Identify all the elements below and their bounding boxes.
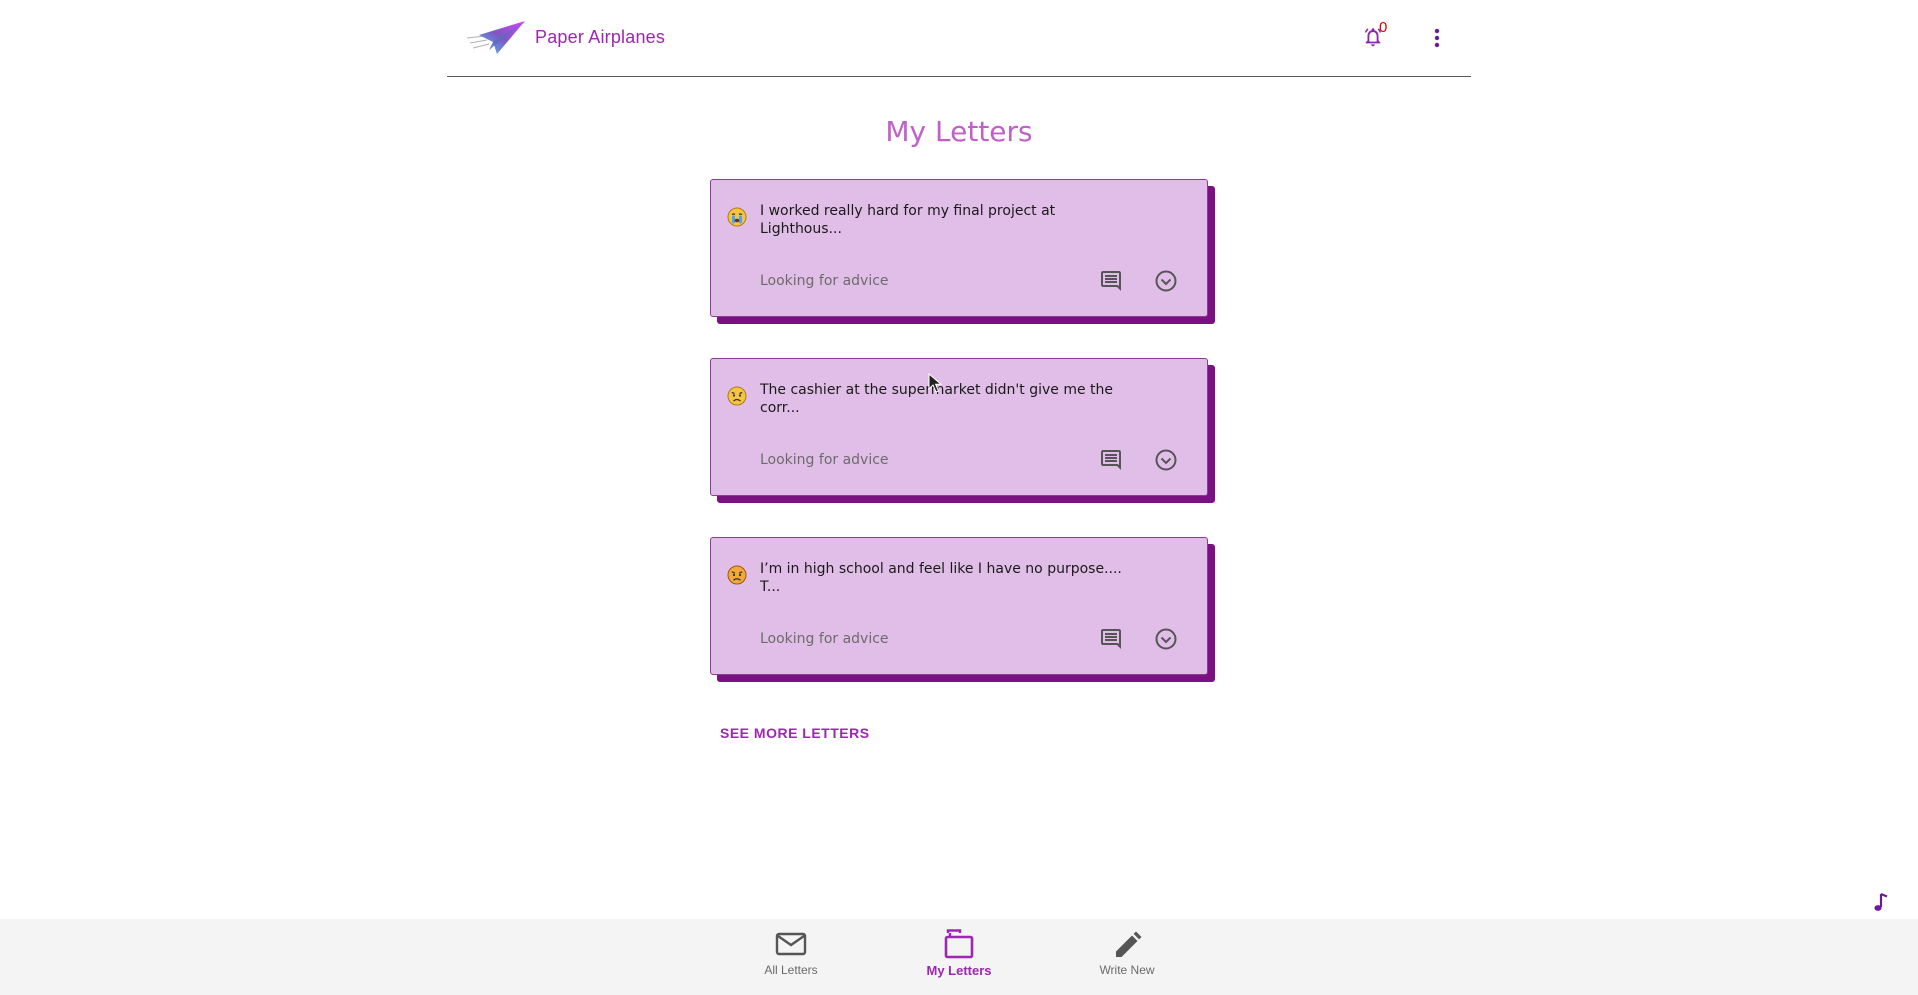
- brand-name[interactable]: Paper Airplanes: [535, 27, 665, 48]
- envelope-icon: [775, 932, 807, 956]
- sad-face-icon: [727, 386, 747, 406]
- comment-icon[interactable]: [1099, 627, 1123, 651]
- page-title: My Letters: [885, 115, 1033, 148]
- expand-chevron-icon[interactable]: [1154, 627, 1178, 651]
- letter-card[interactable]: The cashier at the supermarket didn't gi…: [710, 358, 1208, 496]
- comment-icon[interactable]: [1099, 448, 1123, 472]
- letter-preview-text: I’m in high school and feel like I have …: [760, 561, 1122, 595]
- crying-face-icon: [727, 207, 747, 227]
- angry-face-icon: [727, 565, 747, 585]
- letter-category-label: Looking for advice: [760, 452, 889, 468]
- nav-label: Write New: [1099, 963, 1155, 977]
- letter-preview-text: The cashier at the supermarket didn't gi…: [760, 382, 1114, 416]
- nav-all-letters[interactable]: All Letters: [731, 929, 851, 989]
- letter-card[interactable]: I’m in high school and feel like I have …: [710, 537, 1208, 675]
- folder-icon: [944, 929, 974, 959]
- nav-label: My Letters: [926, 963, 992, 978]
- bottom-navigation: All Letters My Letters Write New: [0, 919, 1918, 995]
- nav-write-new[interactable]: Write New: [1067, 929, 1187, 989]
- notification-count-badge: 0: [1379, 19, 1388, 36]
- letter-category-label: Looking for advice: [760, 631, 889, 647]
- see-more-letters-button[interactable]: SEE MORE LETTERS: [720, 725, 870, 741]
- paper-airplane-logo-icon[interactable]: [465, 18, 527, 58]
- letter-preview-text: I worked really hard for my final projec…: [760, 203, 1056, 237]
- pencil-icon: [1116, 931, 1142, 957]
- music-note-icon[interactable]: [1872, 892, 1892, 914]
- letter-card[interactable]: I worked really hard for my final projec…: [710, 179, 1208, 317]
- more-options-icon[interactable]: [1427, 26, 1447, 50]
- comment-icon[interactable]: [1099, 269, 1123, 293]
- letter-category-label: Looking for advice: [760, 273, 889, 289]
- mouse-cursor-icon: [928, 373, 943, 393]
- nav-my-letters[interactable]: My Letters: [899, 929, 1019, 989]
- nav-label: All Letters: [764, 963, 818, 977]
- expand-chevron-icon[interactable]: [1154, 448, 1178, 472]
- app-header: Paper Airplanes 0: [447, 0, 1471, 77]
- expand-chevron-icon[interactable]: [1154, 269, 1178, 293]
